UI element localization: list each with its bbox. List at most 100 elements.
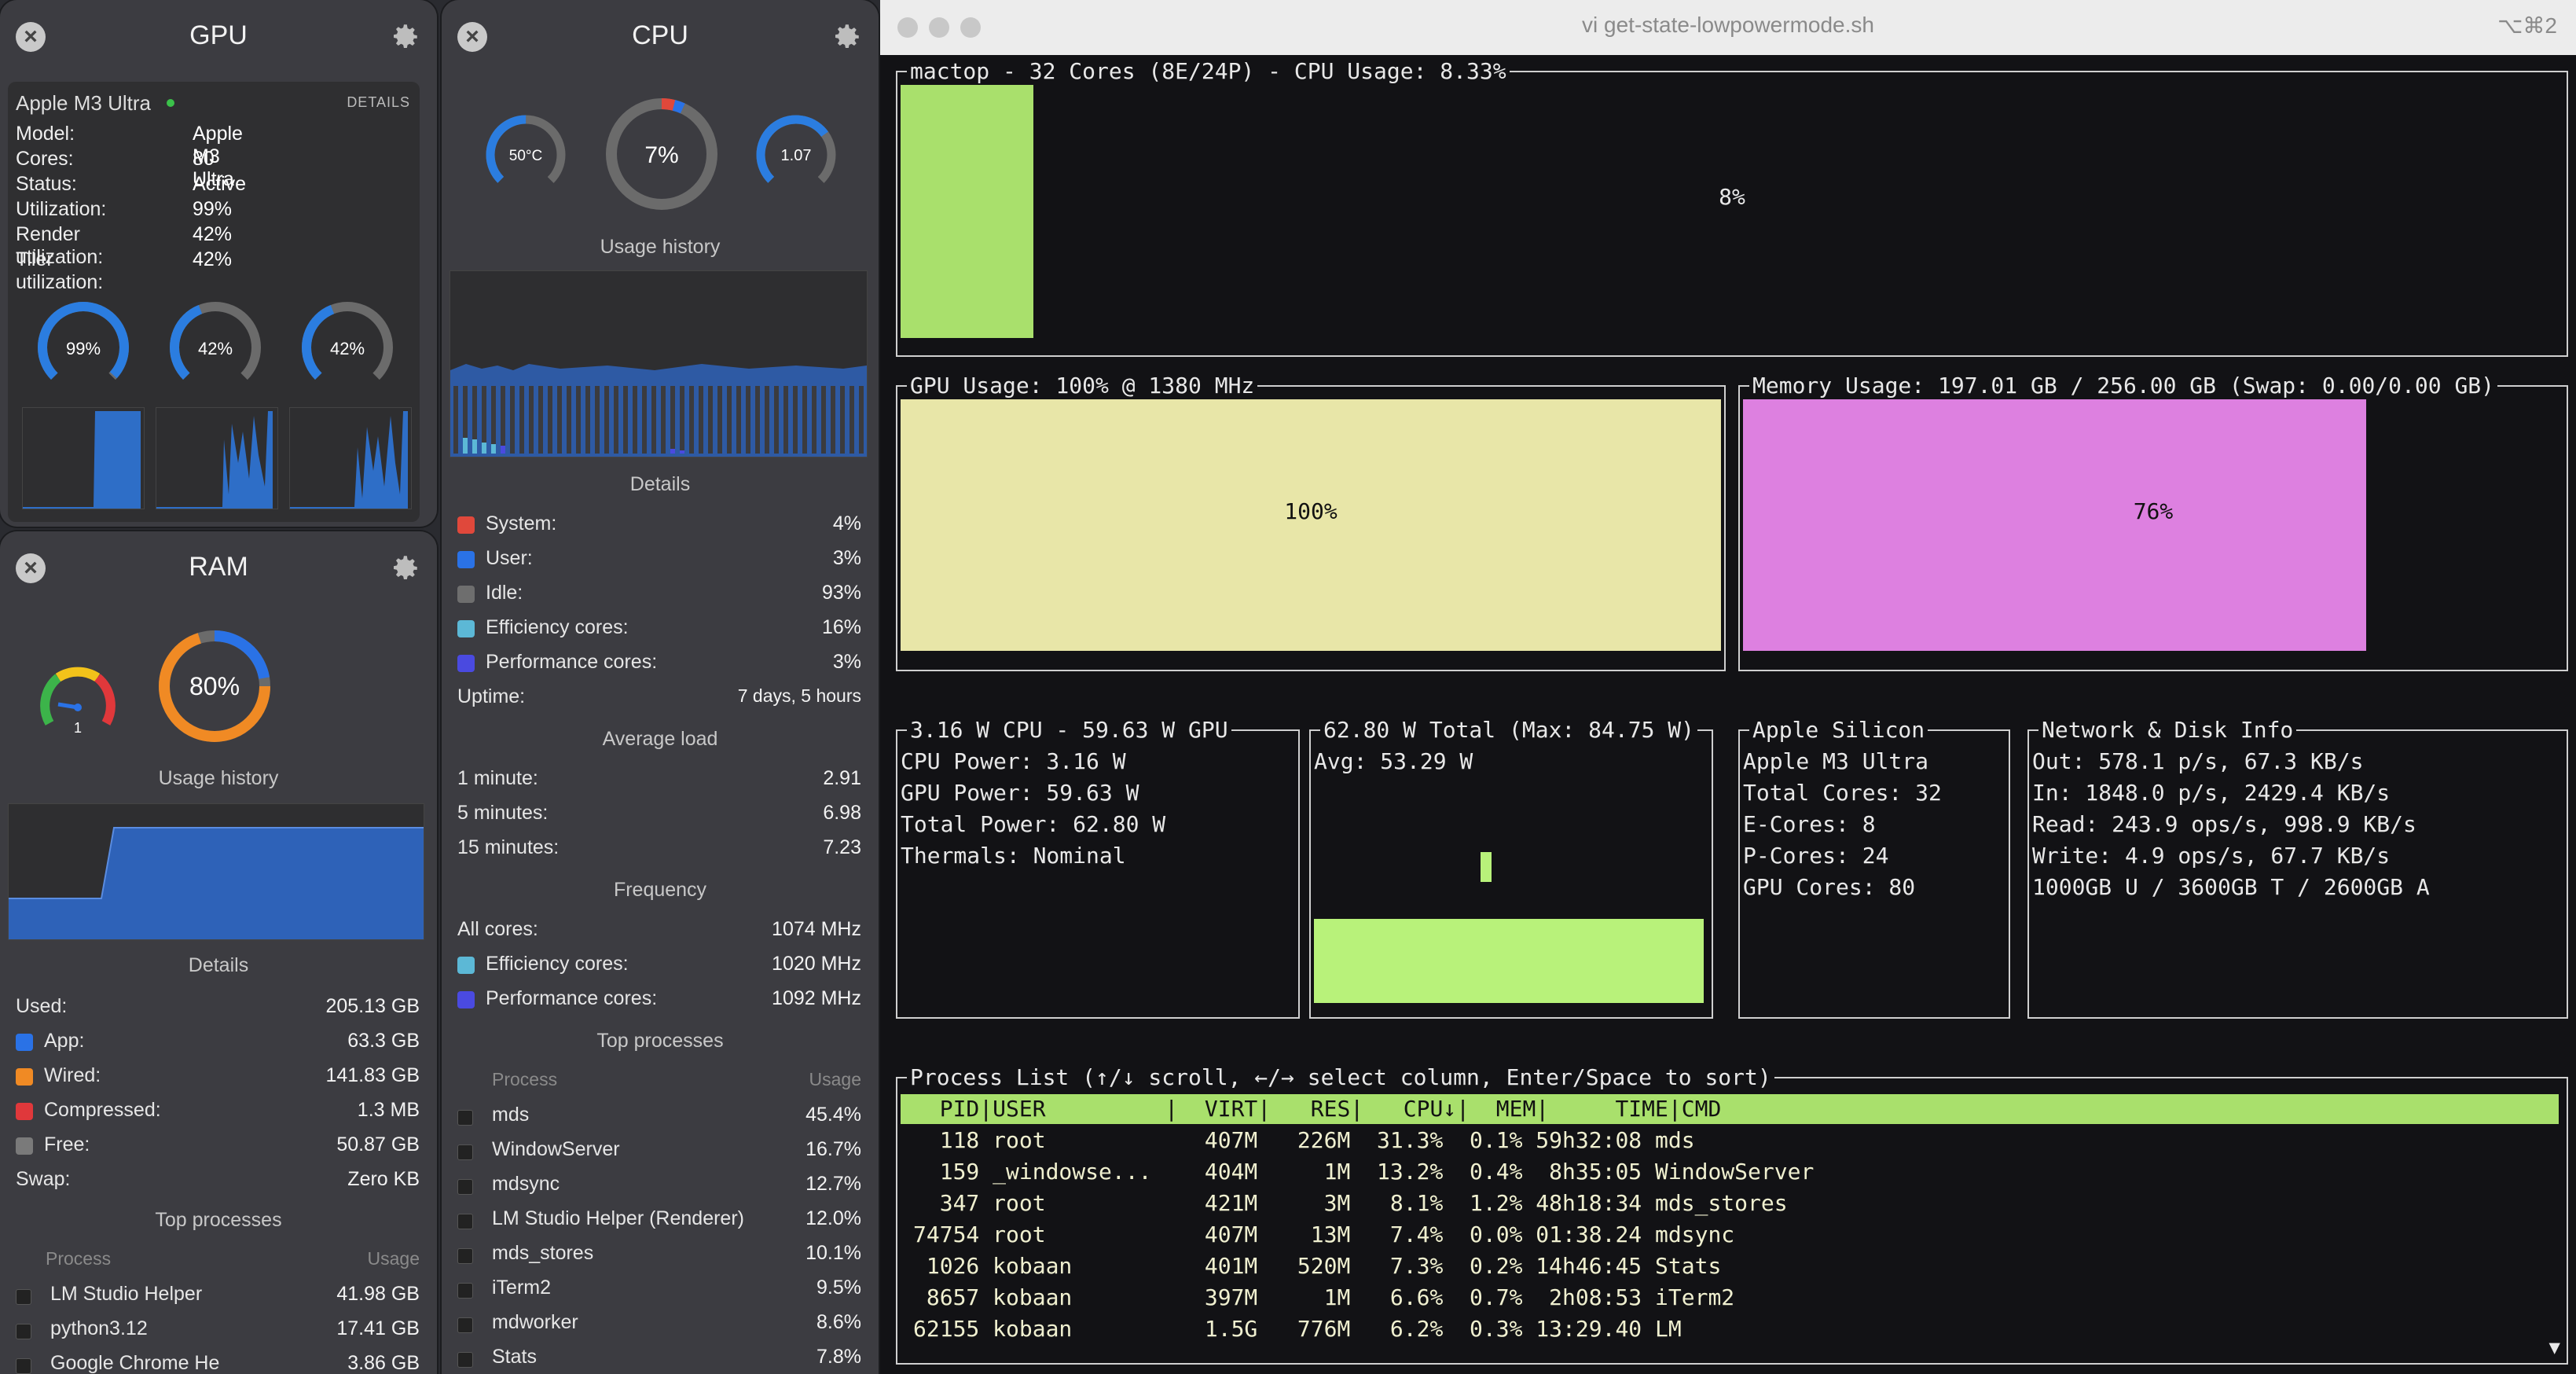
process-checkbox[interactable] [457,1283,473,1299]
terminal-titlebar[interactable]: vi get-state-lowpowermode.sh ⌥⌘2 [880,0,2576,55]
color-swatch [457,655,475,672]
color-swatch [457,957,475,974]
gpu-usage-percent: 100% [1284,498,1338,524]
cpu-process-header: Process Usage [457,1069,861,1096]
process-usage: 17.41 GB [336,1317,420,1339]
process-list-header[interactable]: PID|USER | VIRT| RES| CPU↓| MEM| TIME|CM… [901,1094,2559,1124]
cpu-frequency-title: Frequency [613,879,707,901]
memory-usage-box: Memory Usage: 197.01 GB / 256.00 GB (Swa… [1738,373,2568,671]
ram-top-processes-title: Top processes [155,1209,282,1231]
process-checkbox[interactable] [457,1352,473,1368]
process-row[interactable]: 8657 kobaan 397M 1M 6.6% 0.7% 2h08:53 iT… [913,1284,1734,1311]
cpu-usage-gauge: 7% [606,98,717,210]
process-checkbox[interactable] [457,1214,473,1229]
process-row[interactable]: 1026 kobaan 401M 520M 7.3% 0.2% 14h46:45… [913,1253,1721,1280]
process-checkbox[interactable] [457,1317,473,1333]
process-usage: 3.86 GB [347,1352,420,1374]
cpu-process-row[interactable]: mds_stores 10.1% [457,1242,861,1269]
row-value: 4% [832,512,861,535]
process-checkbox[interactable] [457,1179,473,1195]
gpu-details-link[interactable]: DETAILS [347,94,410,111]
row-label: Efficiency cores: [486,616,629,638]
cpu-process-row[interactable]: mds 45.4% [457,1104,861,1130]
ram-process-row[interactable]: LM Studio Helper 41.98 GB [16,1283,420,1310]
gpu-render-gauge: 42% [170,302,261,393]
ram-used-row: Used: 205.13 GB [16,995,420,1022]
average-power-text: Avg: 53.29 W [1314,748,1473,774]
network-line: Out: 578.1 p/s, 67.3 KB/s [2032,748,2364,774]
color-swatch [16,1068,33,1086]
info-key: Tiler utilization: [16,248,104,293]
info-key: Status: [16,173,77,195]
gear-icon[interactable] [388,20,421,53]
row-label: Efficiency cores: [486,953,629,975]
freq-efficiency-row: Efficiency cores: 1020 MHz [457,953,861,979]
process-list-box[interactable]: Process List (↑/↓ scroll, ←/→ select col… [896,1064,2568,1365]
process-checkbox[interactable] [457,1248,473,1264]
row-label: Idle: [486,582,523,604]
row-value: 6.98 [823,802,861,824]
cpu-uptime-row: Uptime: 7 days, 5 hours [457,685,861,712]
ram-process-row[interactable]: python3.12 17.41 GB [16,1317,420,1344]
cpu-process-row[interactable]: iTerm2 9.5% [457,1277,861,1303]
process-row[interactable]: 74754 root 407M 13M 7.4% 0.0% 01:38.24 m… [913,1222,1734,1248]
color-swatch [457,551,475,568]
cpu-user-row: User: 3% [457,547,861,574]
freq-all-cores-row: All cores: 1074 MHz [457,918,861,945]
row-value: 2.91 [823,767,861,789]
gpu-device-name: Apple M3 Ultra [16,91,151,115]
row-label: Uptime: [457,685,526,707]
ram-process-row[interactable]: Google Chrome He 3.86 GB [16,1352,420,1374]
scroll-down-icon[interactable]: ▼ [2549,1336,2560,1358]
ram-compressed-row: Compressed: 1.3 MB [16,1099,420,1126]
process-usage: 41.98 GB [336,1283,420,1305]
process-checkbox[interactable] [16,1324,31,1339]
process-row[interactable]: 62155 kobaan 1.5G 776M 6.2% 0.3% 13:29.4… [913,1316,1682,1343]
process-checkbox[interactable] [16,1289,31,1305]
color-swatch [16,1137,33,1155]
process-name: mds [492,1104,530,1126]
ram-details-title: Details [188,954,249,976]
gpu-usage-bar [901,399,1721,651]
process-name: iTerm2 [492,1277,552,1299]
process-checkbox[interactable] [16,1358,31,1374]
row-value: Zero KB [347,1168,420,1190]
power-line: CPU Power: 3.16 W [901,748,1126,774]
gpu-utilization-gauge: 99% [38,302,130,393]
network-box-title: Network & Disk Info [2038,717,2297,744]
terminal-shortcut: ⌥⌘2 [2497,13,2557,38]
network-line: 1000GB U / 3600GB T / 2600GB A [2032,874,2430,900]
power-box: 3.16 W CPU - 59.63 W GPU CPU Power: 3.16… [896,717,1300,1019]
cpu-details-title: Details [629,473,691,495]
process-usage: 7.8% [816,1346,861,1368]
process-row[interactable]: 118 root 407M 226M 31.3% 0.1% 59h32:08 m… [913,1127,1695,1154]
cpu-process-row[interactable]: WindowServer 16.7% [457,1138,861,1165]
cpu-usage-bar [901,85,1033,338]
cpu-load-label: 1.07 [781,147,812,164]
process-row[interactable]: 159 _windowse... 404M 1M 13.2% 0.4% 8h35… [913,1159,1815,1185]
cpu-usage-history-title: Usage history [600,236,721,258]
cpu-usage-history-chart [450,270,868,457]
process-checkbox[interactable] [457,1144,473,1160]
gpu-box-title: GPU Usage: 100% @ 1380 MHz [907,373,1258,399]
gear-icon[interactable] [388,552,421,585]
gear-icon[interactable] [830,20,863,53]
row-label: Performance cores: [486,651,658,673]
row-label: 5 minutes: [457,802,549,824]
cpu-process-row[interactable]: mdworker 8.6% [457,1311,861,1338]
process-checkbox[interactable] [457,1110,473,1126]
gpu-widget: × GPU Apple M3 Ultra DETAILS Model: Apple… [0,0,437,527]
cpu-process-row[interactable]: mdsync 12.7% [457,1173,861,1199]
color-swatch [16,1103,33,1120]
cpu-process-row[interactable]: LM Studio Helper (Renderer) 12.0% [457,1207,861,1234]
ram-swap-row: Swap: Zero KB [16,1168,420,1195]
row-label: Compressed: [44,1099,161,1121]
gpu-tiler-history-chart [289,407,412,509]
process-name: python3.12 [50,1317,148,1339]
memory-box-title: Memory Usage: 197.01 GB / 256.00 GB (Swa… [1749,373,2498,399]
process-usage: 8.6% [816,1311,861,1333]
gpu-widget-title: GPU [189,20,248,50]
process-row[interactable]: 347 root 421M 3M 8.1% 1.2% 48h18:34 mds_… [913,1190,1788,1217]
cpu-process-row[interactable]: Stats 7.8% [457,1346,861,1372]
terminal-window[interactable]: vi get-state-lowpowermode.sh ⌥⌘2 mactop … [880,0,2576,1374]
